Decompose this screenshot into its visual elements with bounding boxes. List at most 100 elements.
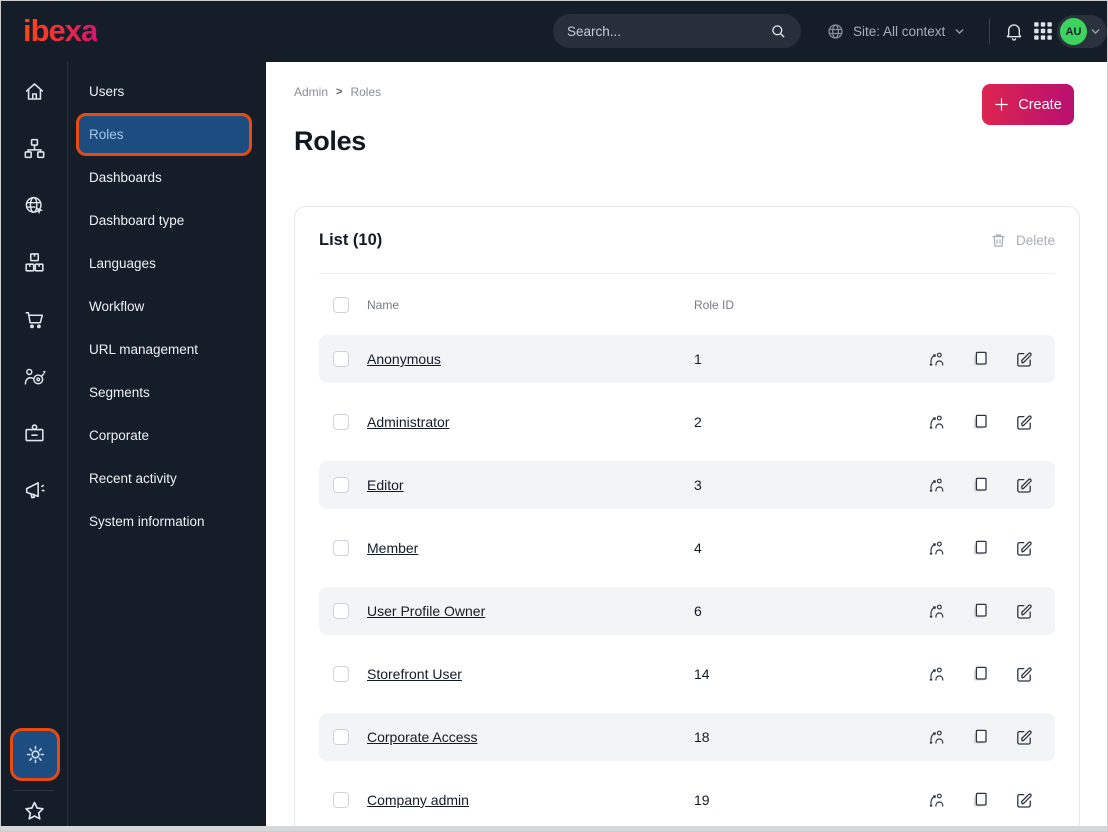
sidebar-item-workflow[interactable]: Workflow: [68, 285, 266, 328]
sidebar-item-system-information[interactable]: System information: [68, 500, 266, 543]
rail-item-content-tree[interactable]: [14, 128, 54, 168]
column-header-name: Name: [367, 297, 400, 312]
row-checkbox[interactable]: [333, 729, 349, 745]
table-row: Corporate Access 18: [319, 713, 1055, 761]
copy-icon[interactable]: [971, 728, 989, 746]
assign-user-icon[interactable]: [927, 602, 945, 620]
role-name-link[interactable]: Member: [367, 540, 694, 556]
edit-icon[interactable]: [1015, 728, 1033, 746]
assign-user-icon[interactable]: [927, 791, 945, 809]
cart-icon: [24, 311, 43, 328]
ibexa-logo[interactable]: ibexa: [23, 13, 98, 49]
sidebar-item-recent-activity[interactable]: Recent activity: [68, 457, 266, 500]
assign-user-icon[interactable]: [927, 413, 945, 431]
copy-icon[interactable]: [971, 665, 989, 683]
role-id: 4: [694, 540, 702, 556]
rail-item-home[interactable]: [14, 71, 54, 111]
list-card-header: List (10) Delete: [319, 207, 1055, 274]
row-checkbox[interactable]: [333, 477, 349, 493]
rail-item-products[interactable]: [14, 242, 54, 282]
assign-user-icon[interactable]: [927, 728, 945, 746]
rail-item-marketing[interactable]: [14, 470, 54, 510]
role-name-link[interactable]: Corporate Access: [367, 729, 694, 745]
rail-item-site[interactable]: [14, 185, 54, 225]
sidebar-item-segments[interactable]: Segments: [68, 371, 266, 414]
assign-user-icon[interactable]: [927, 476, 945, 494]
assign-user-icon[interactable]: [927, 539, 945, 557]
copy-icon[interactable]: [971, 476, 989, 494]
table-row: Editor 3: [319, 461, 1055, 509]
edit-icon[interactable]: [1015, 791, 1033, 809]
breadcrumb-roles[interactable]: Roles: [350, 85, 381, 99]
edit-icon[interactable]: [1015, 476, 1033, 494]
role-id: 18: [694, 729, 710, 745]
create-button[interactable]: Create: [982, 84, 1074, 125]
role-name-link[interactable]: Anonymous: [367, 351, 694, 367]
breadcrumb-admin[interactable]: Admin: [294, 85, 328, 99]
assign-user-icon[interactable]: [927, 665, 945, 683]
search-icon[interactable]: [770, 23, 787, 40]
edit-icon[interactable]: [1015, 539, 1033, 557]
role-name-link[interactable]: Storefront User: [367, 666, 694, 682]
role-id: 3: [694, 477, 702, 493]
sidebar-item-dashboards[interactable]: Dashboards: [68, 156, 266, 199]
person-target-icon: [24, 368, 45, 385]
icon-rail: [1, 62, 68, 831]
sidebar-item-corporate[interactable]: Corporate: [68, 414, 266, 457]
row-checkbox[interactable]: [333, 351, 349, 367]
role-id: 19: [694, 792, 710, 808]
sidebar-item-url-management[interactable]: URL management: [68, 328, 266, 371]
admin-sidebar: Users Roles Dashboards Dashboard type La…: [68, 62, 266, 831]
assign-user-icon[interactable]: [927, 350, 945, 368]
plus-icon: [995, 97, 1009, 112]
row-checkbox[interactable]: [333, 540, 349, 556]
row-checkbox[interactable]: [333, 666, 349, 682]
edit-icon[interactable]: [1015, 602, 1033, 620]
copy-icon[interactable]: [971, 539, 989, 557]
role-id: 6: [694, 603, 702, 619]
sidebar-item-roles[interactable]: Roles: [76, 113, 252, 156]
row-checkbox[interactable]: [333, 603, 349, 619]
app-grid-icon[interactable]: [1032, 20, 1054, 42]
copy-icon[interactable]: [971, 791, 989, 809]
rail-item-commerce[interactable]: [14, 299, 54, 339]
table-row: User Profile Owner 6: [319, 587, 1055, 635]
main-content: Admin > Roles Create Roles List (10) Del…: [266, 62, 1107, 831]
role-id: 1: [694, 351, 702, 367]
delete-button[interactable]: Delete: [990, 232, 1055, 249]
role-id: 14: [694, 666, 710, 682]
role-name-link[interactable]: User Profile Owner: [367, 603, 694, 619]
roles-list-card: List (10) Delete Name Role ID Anonymous …: [294, 206, 1080, 831]
edit-icon[interactable]: [1015, 665, 1033, 683]
sidebar-item-dashboard-type[interactable]: Dashboard type: [68, 199, 266, 242]
copy-icon[interactable]: [971, 413, 989, 431]
table-header-row: Name Role ID: [319, 274, 1055, 335]
rail-item-admin-selected[interactable]: [10, 728, 60, 781]
row-checkbox[interactable]: [333, 414, 349, 430]
sidebar-item-languages[interactable]: Languages: [68, 242, 266, 285]
rail-item-engage[interactable]: [14, 356, 54, 396]
globe-icon: [828, 24, 843, 39]
select-all-checkbox[interactable]: [333, 296, 349, 313]
role-name-link[interactable]: Editor: [367, 477, 694, 493]
edit-icon[interactable]: [1015, 350, 1033, 368]
boxes-icon: [24, 252, 44, 272]
rail-item-corporate[interactable]: [14, 413, 54, 453]
edit-icon[interactable]: [1015, 413, 1033, 431]
delete-button-label: Delete: [1015, 232, 1055, 248]
star-icon[interactable]: [21, 798, 48, 825]
site-context-selector[interactable]: Site: All context: [827, 1, 965, 62]
role-name-link[interactable]: Company admin: [367, 792, 694, 808]
megaphone-icon: [25, 481, 45, 498]
row-checkbox[interactable]: [333, 792, 349, 808]
search-input[interactable]: [567, 23, 770, 39]
user-menu[interactable]: AU: [1057, 15, 1107, 48]
copy-icon[interactable]: [971, 350, 989, 368]
copy-icon[interactable]: [971, 602, 989, 620]
notifications-bell-icon[interactable]: [1003, 20, 1025, 42]
avatar[interactable]: AU: [1060, 18, 1087, 45]
sidebar-item-users[interactable]: Users: [68, 70, 266, 113]
role-name-link[interactable]: Administrator: [367, 414, 694, 430]
role-id: 2: [694, 414, 702, 430]
global-search[interactable]: [553, 14, 801, 48]
